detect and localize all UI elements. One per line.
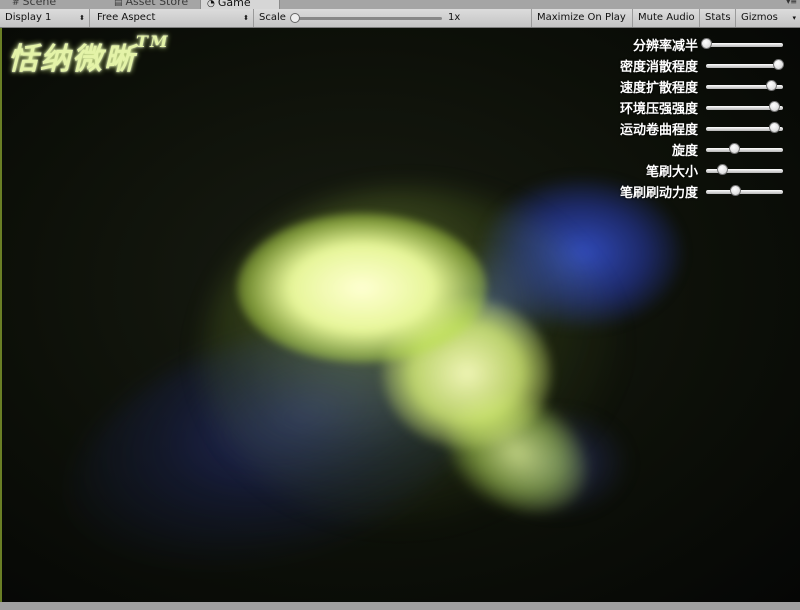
slider-knob[interactable] <box>701 38 712 49</box>
slider-track[interactable] <box>706 43 783 47</box>
pacman-icon: ◔ <box>207 0 215 9</box>
slider-knob[interactable] <box>766 80 778 91</box>
aspect-dropdown[interactable]: Free Aspect ⬍ <box>92 9 254 27</box>
tab-scene[interactable]: # Scene <box>6 0 62 9</box>
chevron-down-icon: ▾ <box>792 14 796 22</box>
slider-row: 笔刷刷动力度 <box>602 181 792 202</box>
slider-row: 速度扩散程度 <box>602 76 792 97</box>
scale-value: 1x <box>448 12 461 23</box>
editor-tab-strip: # Scene ▤ Asset Store ◔ Game ▾≡ <box>0 0 800 9</box>
slider-row: 分辨率减半 <box>602 34 792 55</box>
scale-slider-knob[interactable] <box>290 13 300 23</box>
menu-dots-icon[interactable]: ▾≡ <box>786 0 797 6</box>
slider-row: 环境压强强度 <box>602 97 792 118</box>
slider-track[interactable] <box>706 148 783 152</box>
grid-icon: # <box>12 0 20 8</box>
slider-knob[interactable] <box>768 122 780 133</box>
slider-knob[interactable] <box>730 185 742 196</box>
bright-smoke-plume <box>237 213 487 363</box>
tab-game[interactable]: ◔ Game <box>200 0 280 9</box>
status-strip <box>0 602 800 610</box>
slider-row: 运动卷曲程度 <box>602 118 792 139</box>
maximize-on-play-button[interactable]: Maximize On Play <box>532 9 633 27</box>
stats-button[interactable]: Stats <box>700 9 736 27</box>
slider-track[interactable] <box>706 64 783 68</box>
slider-track[interactable] <box>706 190 783 194</box>
mute-audio-button[interactable]: Mute Audio <box>633 9 700 27</box>
display-dropdown[interactable]: Display 1 ⬍ <box>0 9 90 27</box>
slider-row: 旋度 <box>602 139 792 160</box>
game-toolbar: Display 1 ⬍ Free Aspect ⬍ Scale 1x Maxim… <box>0 9 800 28</box>
store-icon: ▤ <box>114 0 123 8</box>
slider-knob[interactable] <box>717 164 729 175</box>
updown-arrow-icon: ⬍ <box>79 14 85 22</box>
scale-label: Scale <box>259 12 286 23</box>
slider-knob[interactable] <box>728 143 740 154</box>
settings-panel: 分辨率减半 密度消散程度 速度扩散程度 环境压强强度 运动卷曲程度 旋度 笔刷大… <box>602 34 792 202</box>
slider-row: 笔刷大小 <box>602 160 792 181</box>
slider-knob[interactable] <box>772 59 784 70</box>
tab-asset-store[interactable]: ▤ Asset Store <box>108 0 194 9</box>
slider-row: 密度消散程度 <box>602 55 792 76</box>
gizmos-dropdown[interactable]: Gizmos ▾ <box>736 9 800 27</box>
slider-knob[interactable] <box>768 101 780 112</box>
game-view[interactable]: 恬纳微晰TM 分辨率减半 密度消散程度 速度扩散程度 环境压强强度 运动卷曲程度 <box>0 28 800 602</box>
scale-slider-track[interactable] <box>292 17 442 20</box>
updown-arrow-icon: ⬍ <box>243 14 249 22</box>
logo: 恬纳微晰TM <box>8 32 170 77</box>
